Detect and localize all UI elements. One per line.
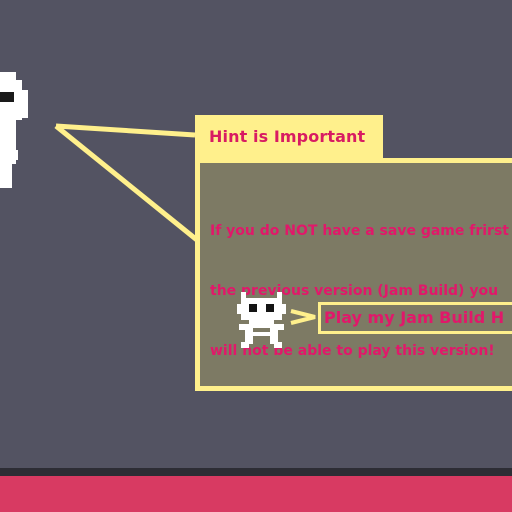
robot-icon bbox=[237, 292, 286, 348]
play-jam-build-button[interactable]: Play my Jam Build H bbox=[318, 302, 512, 334]
hint-title-tab: Hint is Important bbox=[195, 115, 383, 159]
ghost-icon bbox=[0, 72, 28, 188]
bottom-bar bbox=[0, 476, 512, 512]
hint-body: If you do NOT have a save game frirst th… bbox=[210, 181, 512, 401]
hint-title: Hint is Important bbox=[209, 127, 366, 146]
hint-panel: If you do NOT have a save game frirst th… bbox=[195, 158, 512, 391]
game-scene: Hint is Important If you do NOT have a s… bbox=[0, 0, 512, 512]
play-jam-build-label[interactable]: Play my Jam Build H bbox=[321, 305, 512, 331]
arrow-right-icon bbox=[290, 309, 316, 325]
bottom-bar-shadow bbox=[0, 468, 512, 476]
hint-line-1: If you do NOT have a save game frirst bbox=[210, 223, 509, 239]
